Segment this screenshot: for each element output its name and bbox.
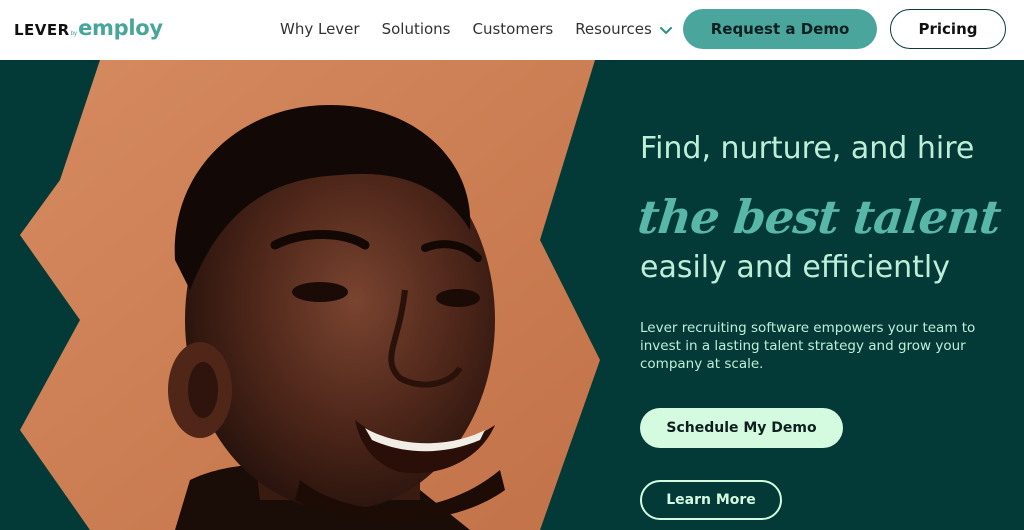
hero-body-text: Lever recruiting software empowers your … <box>640 320 976 372</box>
main-nav: Why Lever Solutions Customers Resources <box>280 19 694 39</box>
nav-customers[interactable]: Customers <box>473 20 554 38</box>
logo-employ-text: employ <box>78 16 163 40</box>
learn-more-button[interactable]: Learn More <box>640 480 782 520</box>
hero-portrait-image <box>20 60 600 530</box>
lever-employ-logo[interactable]: LEVER by employ <box>14 16 163 40</box>
hero-headline-line1: Find, nurture, and hire <box>640 131 975 166</box>
nav-resources-label: Resources <box>575 20 652 38</box>
nav-why-lever[interactable]: Why Lever <box>280 20 360 38</box>
schedule-demo-button[interactable]: Schedule My Demo <box>640 408 843 448</box>
nav-resources[interactable]: Resources <box>575 19 672 39</box>
hero-section: Find, nurture, and hire the best talent … <box>0 60 1024 530</box>
logo-by-text: by <box>70 31 78 37</box>
request-demo-button[interactable]: Request a Demo <box>683 9 877 49</box>
hero-headline-script: the best talent <box>635 190 1003 244</box>
logo-lever-text: LEVER <box>14 21 70 39</box>
site-header: LEVER by employ Why Lever Solutions Cust… <box>0 0 1024 60</box>
nav-solutions[interactable]: Solutions <box>382 20 451 38</box>
pricing-button[interactable]: Pricing <box>890 9 1006 49</box>
chevron-down-icon <box>659 21 672 39</box>
hero-headline-line3: easily and efficiently <box>640 250 951 285</box>
